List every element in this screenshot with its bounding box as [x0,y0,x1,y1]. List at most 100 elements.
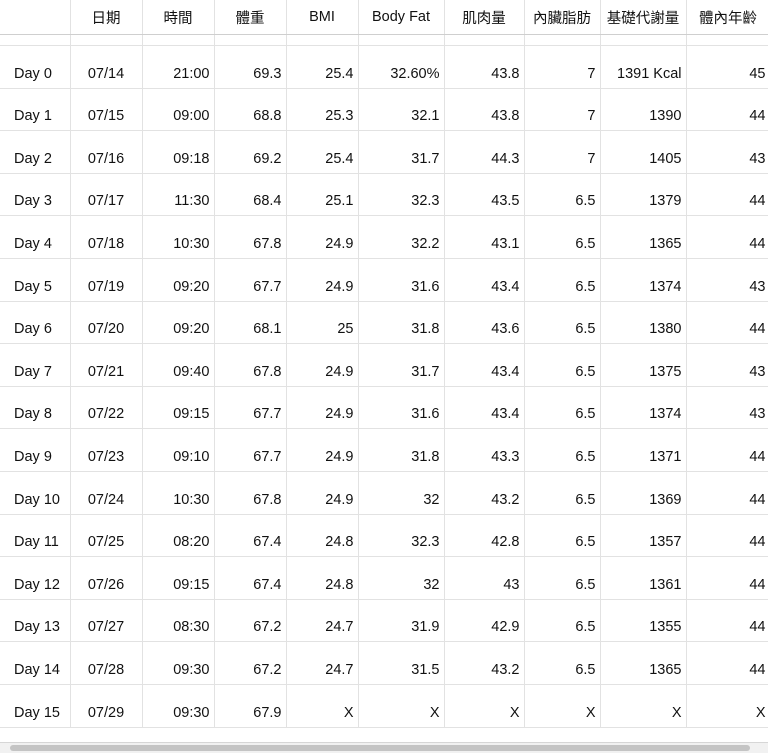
cell-time[interactable]: 10:30 [142,215,215,259]
cell-bmr[interactable]: 1374 [600,258,687,302]
cell-bmi[interactable]: 25 [286,301,359,345]
cell-date[interactable]: 07/18 [70,215,143,259]
cell-bmr[interactable]: X [600,684,687,728]
cell-day[interactable]: Day 5 [0,258,71,302]
cell-day[interactable]: Day 3 [0,173,71,217]
cell-day[interactable]: Day 10 [0,471,71,515]
cell-body-fat[interactable]: 31.7 [358,130,445,174]
cell-body-fat[interactable]: 31.6 [358,258,445,302]
cell-muscle-mass[interactable]: 43.4 [444,258,525,302]
cell-muscle-mass[interactable]: 43.4 [444,386,525,430]
cell-day[interactable]: Day 6 [0,301,71,345]
cell-day[interactable]: Day 0 [0,45,71,89]
cell-weight[interactable]: 68.4 [214,173,287,217]
cell-bmi[interactable]: 25.4 [286,45,359,89]
cell-muscle-mass[interactable]: X [444,684,525,728]
empty-cell[interactable] [444,34,525,46]
cell-date[interactable]: 07/15 [70,88,143,132]
cell-bmr[interactable]: 1390 [600,88,687,132]
cell-day[interactable]: Day 12 [0,556,71,600]
cell-time[interactable]: 11:30 [142,173,215,217]
cell-bmr[interactable]: 1374 [600,386,687,430]
cell-bmi[interactable]: 25.3 [286,88,359,132]
column-header-body-age[interactable]: 體內年齡 [686,0,768,35]
cell-body-fat[interactable]: 31.9 [358,599,445,643]
cell-date[interactable]: 07/14 [70,45,143,89]
cell-time[interactable]: 09:10 [142,428,215,472]
cell-time[interactable]: 09:18 [142,130,215,174]
cell-weight[interactable]: 67.4 [214,556,287,600]
cell-body-age[interactable]: X [686,684,768,728]
cell-time[interactable]: 09:15 [142,556,215,600]
empty-cell[interactable] [70,34,143,46]
cell-bmr[interactable]: 1405 [600,130,687,174]
cell-bmi[interactable]: 25.4 [286,130,359,174]
cell-time[interactable]: 09:40 [142,343,215,387]
scrollbar-thumb[interactable] [10,745,750,751]
cell-date[interactable]: 07/29 [70,684,143,728]
cell-muscle-mass[interactable]: 43 [444,556,525,600]
cell-bmi[interactable]: 24.9 [286,215,359,259]
cell-visceral-fat[interactable]: 6.5 [524,343,601,387]
cell-muscle-mass[interactable]: 44.3 [444,130,525,174]
cell-date[interactable]: 07/21 [70,343,143,387]
cell-body-age[interactable]: 44 [686,88,768,132]
cell-body-fat[interactable]: 31.7 [358,343,445,387]
cell-muscle-mass[interactable]: 42.9 [444,599,525,643]
cell-body-fat[interactable]: 31.8 [358,301,445,345]
cell-bmr[interactable]: 1357 [600,514,687,558]
cell-date[interactable]: 07/19 [70,258,143,302]
cell-visceral-fat[interactable]: 6.5 [524,471,601,515]
cell-bmr[interactable]: 1375 [600,343,687,387]
cell-body-fat[interactable]: 32.60% [358,45,445,89]
cell-body-age[interactable]: 44 [686,215,768,259]
cell-muscle-mass[interactable]: 43.5 [444,173,525,217]
cell-visceral-fat[interactable]: 6.5 [524,599,601,643]
cell-day[interactable]: Day 8 [0,386,71,430]
column-header-weight[interactable]: 體重 [214,0,287,35]
cell-muscle-mass[interactable]: 43.3 [444,428,525,472]
cell-muscle-mass[interactable]: 43.4 [444,343,525,387]
cell-weight[interactable]: 67.4 [214,514,287,558]
cell-visceral-fat[interactable]: 6.5 [524,215,601,259]
cell-weight[interactable]: 69.2 [214,130,287,174]
empty-cell[interactable] [286,34,359,46]
cell-time[interactable]: 09:30 [142,684,215,728]
cell-bmi[interactable]: 24.8 [286,514,359,558]
cell-body-fat[interactable]: 32.3 [358,173,445,217]
cell-date[interactable]: 07/24 [70,471,143,515]
cell-time[interactable]: 09:20 [142,258,215,302]
cell-day[interactable]: Day 11 [0,514,71,558]
cell-bmr[interactable]: 1365 [600,215,687,259]
cell-day[interactable]: Day 13 [0,599,71,643]
cell-date[interactable]: 07/25 [70,514,143,558]
cell-body-age[interactable]: 44 [686,514,768,558]
cell-bmr[interactable]: 1355 [600,599,687,643]
cell-muscle-mass[interactable]: 43.8 [444,45,525,89]
column-header-bmr[interactable]: 基礎代謝量 [600,0,687,35]
cell-bmr[interactable]: 1371 [600,428,687,472]
cell-day[interactable]: Day 7 [0,343,71,387]
column-header-day[interactable] [0,0,71,35]
cell-bmr[interactable]: 1380 [600,301,687,345]
cell-body-age[interactable]: 44 [686,173,768,217]
cell-body-fat[interactable]: 32.2 [358,215,445,259]
cell-body-age[interactable]: 43 [686,130,768,174]
cell-date[interactable]: 07/22 [70,386,143,430]
cell-day[interactable]: Day 15 [0,684,71,728]
cell-muscle-mass[interactable]: 43.1 [444,215,525,259]
cell-bmi[interactable]: X [286,684,359,728]
cell-visceral-fat[interactable]: 6.5 [524,386,601,430]
cell-body-age[interactable]: 44 [686,428,768,472]
cell-body-fat[interactable]: 31.6 [358,386,445,430]
cell-weight[interactable]: 67.7 [214,386,287,430]
cell-time[interactable]: 21:00 [142,45,215,89]
cell-bmi[interactable]: 24.7 [286,599,359,643]
cell-weight[interactable]: 67.7 [214,428,287,472]
cell-weight[interactable]: 68.8 [214,88,287,132]
cell-date[interactable]: 07/28 [70,641,143,685]
cell-body-age[interactable]: 44 [686,471,768,515]
cell-time[interactable]: 10:30 [142,471,215,515]
cell-day[interactable]: Day 14 [0,641,71,685]
cell-body-age[interactable]: 43 [686,386,768,430]
